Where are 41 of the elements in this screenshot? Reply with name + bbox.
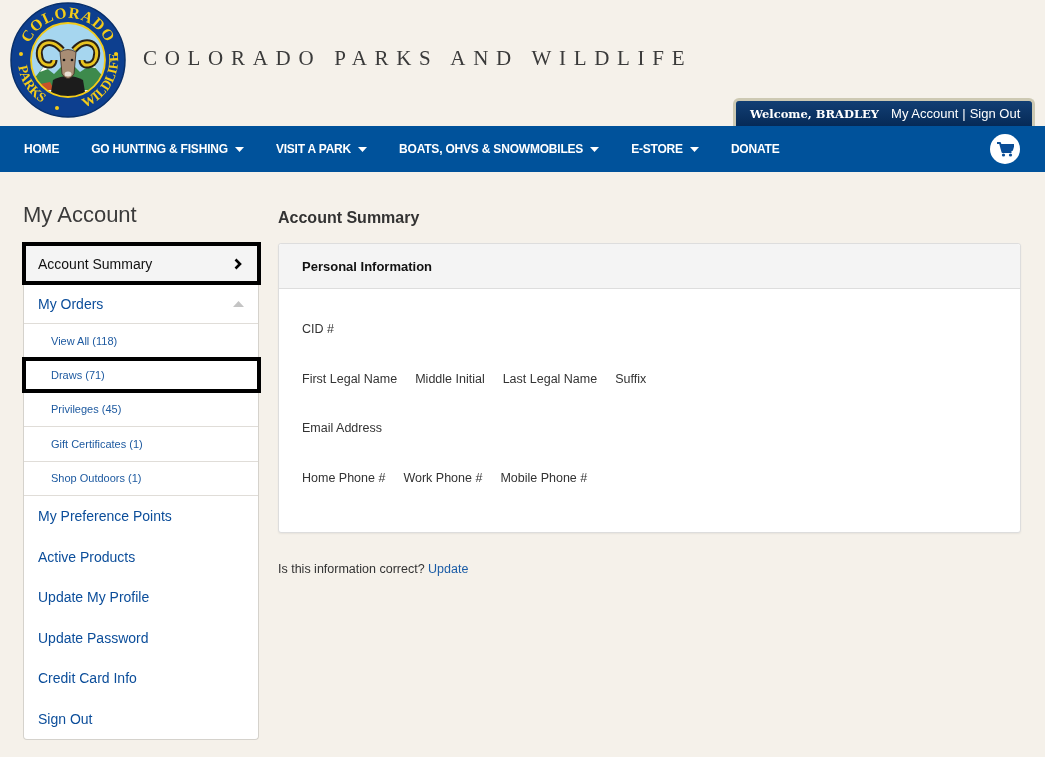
nav-link[interactable]: HOME [8,126,76,172]
sidebar-item[interactable]: Update Password [24,617,258,658]
field-label: First Legal Name [302,370,398,388]
field-label: Suffix [615,370,647,388]
sidebar-subitem[interactable]: View All (118) [24,324,258,359]
sidebar-subitem[interactable]: Shop Outdoors (1) [24,461,258,496]
welcome-text: Welcome, BRADLEY [750,106,880,121]
field-label: CID # [302,321,334,338]
field-label: Middle Initial [415,370,485,388]
site-title: COLORADO PARKS AND WILDLIFE [143,45,693,71]
nav-link[interactable]: VISIT A PARK [259,126,384,172]
field-label: Email Address [302,420,382,437]
link-separator: | [962,106,966,121]
update-link[interactable]: Update [428,561,469,576]
confirm-text: Is this information correct? Update [278,560,470,578]
nav-link[interactable]: DONATE [714,126,796,172]
sidebar-item[interactable]: Update My Profile [24,576,258,618]
field-label: Last Legal Name [502,370,598,388]
sidebar-item[interactable]: Sign Out [24,698,258,739]
sidebar-subitem[interactable]: Privileges (45) [24,392,258,428]
account-link[interactable]: My Account [891,106,959,121]
cart-button[interactable] [990,134,1020,164]
field-label: Work Phone # [403,469,483,487]
sidebar-title: My Account [23,201,138,229]
nav-link[interactable]: GO HUNTING & FISHING [75,126,260,172]
account-link[interactable]: Sign Out [969,106,1021,121]
card-title: Personal Information [302,258,433,274]
chevron-right-icon [234,257,242,270]
nav-link[interactable]: BOATS, OHVS & SNOWMOBILES [383,126,616,172]
sidebar-item[interactable]: My Preference Points [24,495,258,537]
sidebar-item[interactable]: My Orders [24,285,258,324]
cart-icon [996,141,1014,157]
nav-link[interactable]: E-STORE [615,126,715,172]
sidebar-item[interactable]: Account Summary [24,243,258,285]
page-title: Account Summary [278,208,421,228]
sidebar-item[interactable]: Active Products [24,536,258,577]
sidebar-item[interactable]: Credit Card Info [24,657,258,699]
field-label: Mobile Phone # [500,469,588,487]
field-label: Home Phone # [302,469,386,487]
sidebar-subitem[interactable]: Gift Certificates (1) [24,427,258,462]
sidebar-subitem[interactable]: Draws (71) [24,358,258,393]
